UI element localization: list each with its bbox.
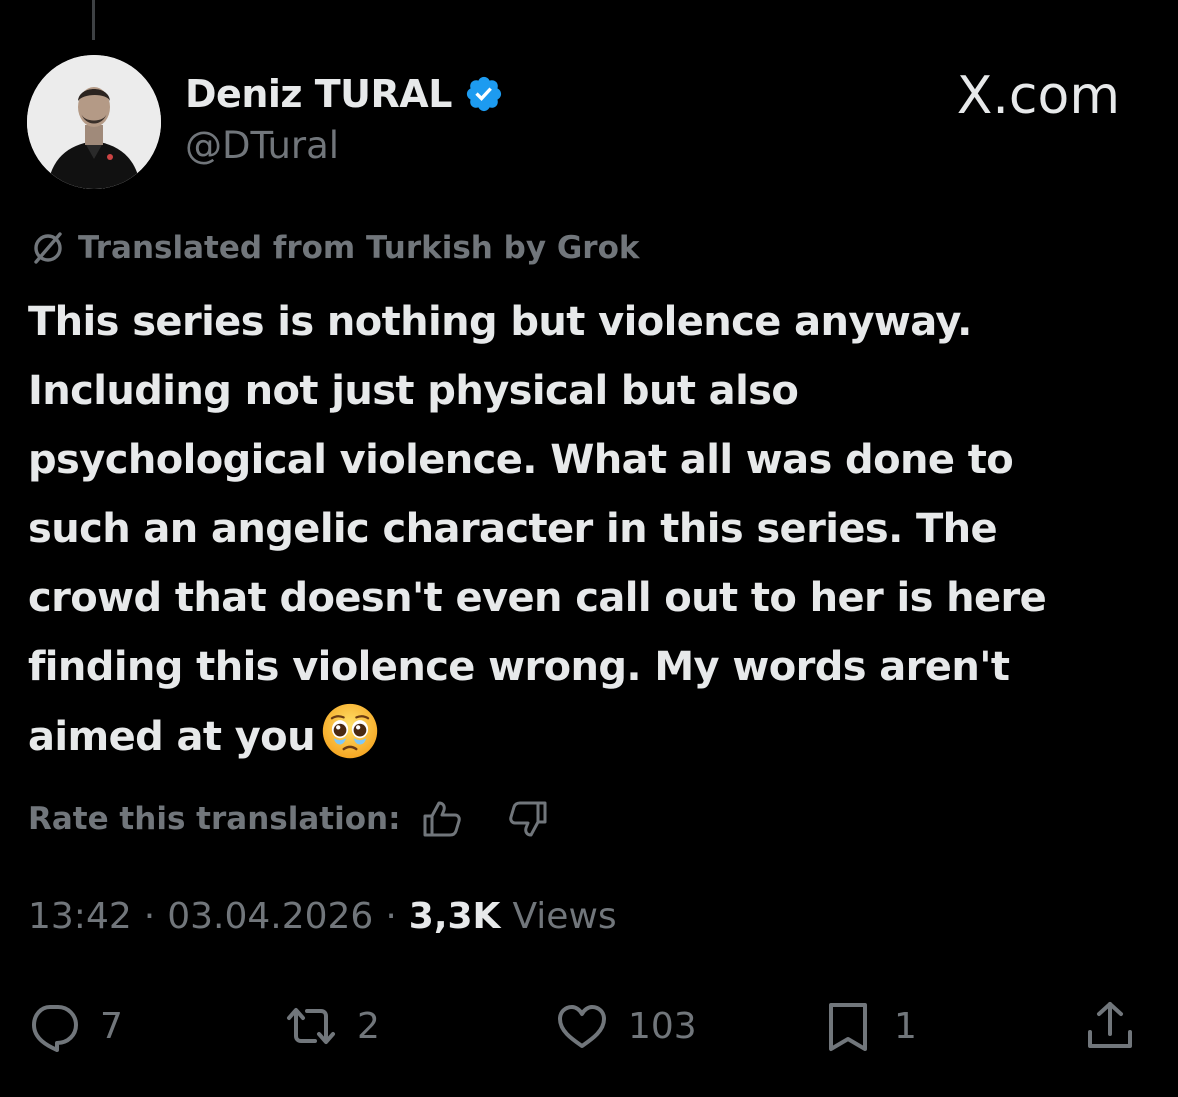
like-count: 103 [628,1005,697,1047]
views-label: Views [512,896,617,937]
repost-count: 2 [357,1005,380,1047]
x-com-watermark: X.com [957,66,1120,126]
bookmark-count: 1 [894,1005,917,1047]
rate-down-button[interactable] [504,796,550,842]
rate-translation-label: Rate this translation: [28,801,401,837]
share-icon [1088,1002,1132,1048]
reply-icon [32,1005,78,1052]
repost-icon [287,1008,335,1044]
thread-connector-line [92,0,95,40]
tweet-text: This series is nothing but violence anyw… [28,288,1158,772]
tweet-actions-bar: 7 2 103 1 [0,996,1178,1056]
avatar[interactable] [27,55,161,189]
author-display-name[interactable]: Deniz TURAL [185,72,452,116]
bookmark-icon [829,1003,867,1051]
meta-separator: · [143,896,156,937]
like-button[interactable]: 103 [554,996,697,1056]
thumbs-up-icon [423,801,462,837]
tweet-body: This series is nothing but violence anyw… [28,299,1047,760]
reply-count: 7 [100,1005,123,1047]
translation-notice[interactable]: Translated from Turkish by Grok [28,228,640,268]
x-com-watermark-text: X.com [956,66,1120,126]
share-button[interactable] [1082,996,1138,1056]
tweet-date[interactable]: 03.04.2026 [167,896,373,937]
rate-up-button[interactable] [420,796,466,842]
heart-icon [558,1005,606,1048]
translation-label: Translated from Turkish by Grok [78,230,640,266]
verified-badge-icon[interactable] [464,74,504,114]
grok-icon [34,232,62,264]
author-handle[interactable]: @DTural [185,124,339,167]
thumbs-down-icon [509,801,547,837]
views-count: 3,3K [408,896,501,937]
bookmark-button[interactable]: 1 [820,996,917,1056]
author-name-row: Deniz TURAL [185,72,504,116]
tweet-meta: 13:42 · 03.04.2026 · 3,3K Views [28,896,617,937]
rate-translation-row: Rate this translation: [28,796,550,842]
reply-button[interactable]: 7 [26,996,123,1056]
meta-separator: · [385,896,397,937]
avatar-photo [27,55,161,189]
pleading-face-emoji [322,703,378,759]
tweet-time[interactable]: 13:42 [28,896,132,937]
repost-button[interactable]: 2 [283,996,380,1056]
